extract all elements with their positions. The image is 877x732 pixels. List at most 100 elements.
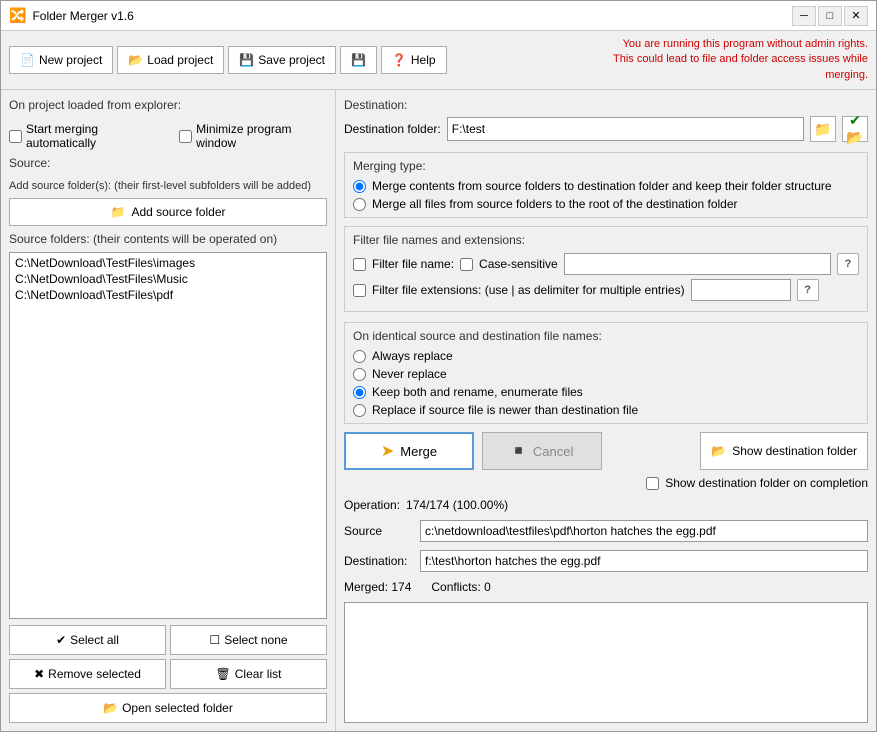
select-all-label: Select all — [70, 633, 119, 647]
cancel-button[interactable]: ◾ Cancel — [482, 432, 602, 470]
title-bar-left: 🔀 Folder Merger v1.6 — [9, 7, 134, 24]
clear-list-label: Clear list — [235, 667, 282, 681]
floppy-icon: 💾 — [351, 53, 366, 67]
show-dest-completion-label: Show destination folder on completion — [665, 476, 868, 490]
list-item[interactable]: C:\NetDownload\TestFiles\pdf — [12, 287, 324, 303]
merge-option1-radio[interactable] — [353, 180, 366, 193]
merge-option2-text: Merge all files from source folders to t… — [372, 197, 738, 211]
replace-newer-label[interactable]: Replace if source file is newer than des… — [353, 403, 859, 417]
always-replace-radio[interactable] — [353, 350, 366, 363]
case-sensitive-label: Case-sensitive — [479, 257, 558, 271]
select-all-icon: ✔ — [56, 633, 66, 647]
source-folders-label: Source folders: (their contents will be … — [9, 232, 327, 246]
filter-ext-checkbox[interactable] — [353, 284, 366, 297]
show-dest-completion-row: Show destination folder on completion — [344, 476, 868, 490]
bottom-buttons: ✔ Select all ☐ Select none ✖ Remove sele… — [9, 625, 327, 723]
remove-selected-button[interactable]: ✖ Remove selected — [9, 659, 166, 689]
source-label: Source: — [9, 156, 327, 170]
merge-option2-radio[interactable] — [353, 198, 366, 211]
title-bar-controls: ─ □ ✕ — [792, 6, 868, 26]
dest-path-row: Destination: — [344, 550, 868, 572]
merge-button[interactable]: ➤ Merge — [344, 432, 474, 470]
remove-selected-label: Remove selected — [48, 667, 141, 681]
filter-name-label: Filter file name: — [372, 257, 454, 271]
show-destination-button[interactable]: 📂 Show destination folder — [700, 432, 868, 470]
save-button[interactable]: 💾 — [340, 46, 377, 74]
dest-path-label: Destination: — [344, 554, 414, 568]
minimize-button[interactable]: ─ — [792, 6, 816, 26]
filter-ext-help-button[interactable]: ? — [797, 279, 819, 301]
minimize-checkbox-label[interactable]: Minimize program window — [179, 122, 327, 150]
never-replace-label[interactable]: Never replace — [353, 367, 859, 381]
merged-label: Merged: 174 — [344, 580, 411, 594]
add-source-folder-button[interactable]: 📁 Add source folder — [9, 198, 327, 226]
merge-option1-label[interactable]: Merge contents from source folders to de… — [353, 179, 859, 193]
source-path-input[interactable] — [420, 520, 868, 542]
dest-path-input[interactable] — [420, 550, 868, 572]
toolbar: 📄 New project 📂 Load project 💾 Save proj… — [1, 31, 876, 90]
new-project-label: New project — [39, 53, 102, 67]
open-folder-icon: 📂 — [103, 701, 118, 715]
add-source-desc-text: Add source folder(s): (their first-level… — [9, 180, 311, 192]
new-project-button[interactable]: 📄 New project — [9, 46, 113, 74]
filter-name-help-button[interactable]: ? — [837, 253, 859, 275]
show-dest-completion-checkbox[interactable] — [646, 477, 659, 490]
list-item[interactable]: C:\NetDownload\TestFiles\Music — [12, 271, 324, 287]
stats-row: Merged: 174 Conflicts: 0 — [344, 580, 868, 594]
list-item[interactable]: C:\NetDownload\TestFiles\images — [12, 255, 324, 271]
open-selected-folder-button[interactable]: 📂 Open selected folder — [9, 693, 327, 723]
minimize-label: Minimize program window — [196, 122, 327, 150]
add-source-icon: 📁 — [110, 205, 125, 219]
close-button[interactable]: ✕ — [844, 6, 868, 26]
left-panel: On project loaded from explorer: Start m… — [1, 90, 336, 731]
load-project-button[interactable]: 📂 Load project — [117, 46, 224, 74]
merge-option2-label[interactable]: Merge all files from source folders to t… — [353, 197, 859, 211]
log-box[interactable] — [344, 602, 868, 723]
save-project-button[interactable]: 💾 Save project — [228, 46, 336, 74]
destination-section: Destination: Destination folder: 📁 ✔📂 — [344, 98, 868, 142]
new-project-icon: 📄 — [20, 53, 35, 67]
dest-folder-input[interactable] — [447, 117, 804, 141]
merge-controls-row: ➤ Merge ◾ Cancel 📂 Show destination fold… — [344, 432, 868, 470]
keep-both-radio[interactable] — [353, 386, 366, 399]
replace-newer-radio[interactable] — [353, 404, 366, 417]
select-none-label: Select none — [224, 633, 287, 647]
maximize-button[interactable]: □ — [818, 6, 842, 26]
merge-controls-area: ➤ Merge ◾ Cancel 📂 Show destination fold… — [344, 432, 868, 490]
operation-value: 174/174 (100.00%) — [406, 498, 508, 512]
case-sensitive-checkbox[interactable] — [460, 258, 473, 271]
select-none-button[interactable]: ☐ Select none — [170, 625, 327, 655]
operation-row: Operation: 174/174 (100.00%) — [344, 498, 868, 512]
never-replace-radio[interactable] — [353, 368, 366, 381]
filter-ext-input[interactable] — [691, 279, 791, 301]
project-options-row: Start merging automatically Minimize pro… — [9, 122, 327, 150]
filter-name-input[interactable] — [564, 253, 831, 275]
filter-name-row: Filter file name: Case-sensitive ? — [353, 253, 859, 275]
alert-line1: You are running this program without adm… — [568, 37, 868, 52]
always-replace-label[interactable]: Always replace — [353, 349, 859, 363]
conflicts-label: Conflicts: 0 — [431, 580, 490, 594]
clear-list-button[interactable]: 🗑 Clear list — [170, 659, 327, 689]
browse-folder-button[interactable]: 📁 — [810, 116, 836, 142]
source-folders-listbox[interactable]: C:\NetDownload\TestFiles\imagesC:\NetDow… — [9, 252, 327, 619]
on-project-label: On project loaded from explorer: — [9, 98, 327, 112]
destination-folder-row: Destination folder: 📁 ✔📂 — [344, 116, 868, 142]
open-dest-folder-button[interactable]: ✔📂 — [842, 116, 868, 142]
start-merging-checkbox-label[interactable]: Start merging automatically — [9, 122, 163, 150]
minimize-checkbox[interactable] — [179, 130, 192, 143]
destination-section-label: Destination: — [344, 98, 868, 112]
alert-text: You are running this program without adm… — [568, 37, 868, 83]
source-path-row: Source — [344, 520, 868, 542]
start-merging-checkbox[interactable] — [9, 130, 22, 143]
load-project-label: Load project — [147, 53, 213, 67]
merge-label: Merge — [400, 444, 437, 459]
source-path-label: Source — [344, 524, 414, 538]
keep-both-label[interactable]: Keep both and rename, enumerate files — [353, 385, 859, 399]
filter-name-checkbox[interactable] — [353, 258, 366, 271]
show-dest-icon: 📂 — [711, 444, 726, 458]
never-replace-text: Never replace — [372, 367, 447, 381]
replace-newer-text: Replace if source file is newer than des… — [372, 403, 638, 417]
select-all-button[interactable]: ✔ Select all — [9, 625, 166, 655]
always-replace-text: Always replace — [372, 349, 453, 363]
help-button[interactable]: ❓ Help — [381, 46, 447, 74]
